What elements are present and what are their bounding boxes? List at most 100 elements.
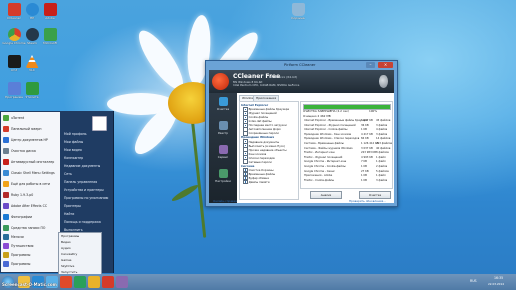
minimize-button[interactable]: – bbox=[366, 62, 375, 68]
result-row[interactable]: Internet Explorer - Cookie-файлы 1 KB 4 фа… bbox=[303, 128, 389, 132]
window-title: Piriform CCleaner bbox=[284, 63, 316, 67]
ccleaner-app: CCleaner Free v4.xx.xxxx (64-bit) MS Win… bbox=[209, 70, 394, 203]
app1-icon bbox=[7, 82, 21, 95]
start-item[interactable]: Панельный юзерн bbox=[3, 125, 41, 133]
start-place[interactable]: Мои видео bbox=[64, 148, 82, 152]
result-row[interactable]: Система - Файлы журнала Windows 3 037 KB 4… bbox=[303, 147, 390, 151]
start-item[interactable]: Очистка диска bbox=[3, 147, 36, 155]
acrobat-shortcut[interactable]: Adobe bbox=[38, 3, 62, 20]
result-row[interactable]: Приложения - Adobe 1 KB 1 файл bbox=[303, 174, 389, 178]
submenu-item[interactable]: Видео bbox=[61, 240, 71, 244]
steam-icon bbox=[25, 28, 39, 41]
result-files: 1 файл bbox=[376, 155, 386, 159]
submenu-item[interactable]: SkyDrive bbox=[61, 264, 74, 268]
sidebar-label: Очистка bbox=[216, 107, 230, 111]
checklist-item-label: Дампы памяти bbox=[248, 179, 270, 184]
sidebar-item-cleaner[interactable]: Очистка bbox=[212, 97, 234, 111]
start-place[interactable]: Устройства и принтеры bbox=[64, 188, 104, 192]
clock-date[interactable]: 22.03.2014 bbox=[488, 282, 504, 286]
language-indicator[interactable]: RUS bbox=[470, 279, 477, 283]
start-place[interactable]: Недавние документы bbox=[64, 164, 100, 168]
start-item[interactable]: Средства записи ПО bbox=[3, 224, 45, 232]
start-submenu: Программы Видео Аудио CanvasDry Games Sk… bbox=[58, 232, 102, 276]
ms-shortcut[interactable]: Microsoft bbox=[38, 28, 62, 45]
recorder-icon bbox=[3, 225, 9, 231]
result-files: 2 файла bbox=[376, 165, 388, 168]
result-row[interactable]: Internet Explorer - Временные файлы брау… bbox=[303, 119, 391, 123]
close-button[interactable]: × bbox=[378, 62, 393, 68]
sidebar-item-tools[interactable]: Сервис bbox=[212, 145, 234, 159]
result-files: 4 файла bbox=[376, 128, 388, 132]
start-place[interactable]: Панель управления bbox=[64, 180, 97, 184]
start-item[interactable]: Фотографии bbox=[3, 213, 32, 221]
taskbar-other-icon[interactable] bbox=[116, 276, 128, 288]
result-row[interactable]: Firefox - Интернет-кэш 223 983 KB 8 файлов bbox=[303, 151, 389, 155]
disk-cleanup-icon bbox=[3, 148, 9, 154]
start-item[interactable]: Программы bbox=[3, 251, 30, 259]
result-size: 36 KB bbox=[361, 123, 369, 127]
submenu-item[interactable]: Программы bbox=[61, 234, 79, 238]
result-name: Firefox - Журнал посещений bbox=[304, 155, 343, 159]
recycle-bin[interactable]: Корзина bbox=[286, 3, 310, 20]
start-item[interactable]: Ruby 1.9.3-p0 bbox=[3, 191, 33, 199]
start-item-label: Ещё для работы в сети bbox=[11, 182, 50, 186]
result-row[interactable]: Система - Временные файлы 1 126 412 KB 213… bbox=[303, 142, 392, 146]
app-icon bbox=[3, 234, 9, 240]
checklist-item[interactable]: Дампы памяти bbox=[243, 179, 270, 185]
vlc-shortcut[interactable]: VLC bbox=[20, 55, 44, 72]
result-size: 4 417 KB bbox=[361, 132, 373, 136]
analyze-button[interactable]: Анализ bbox=[310, 191, 342, 199]
start-item-label: Центр документов HP bbox=[11, 138, 48, 142]
start-place[interactable]: Программы по умолчанию bbox=[64, 196, 108, 200]
taskbar-store-icon[interactable] bbox=[74, 276, 86, 288]
shell-icon bbox=[3, 170, 9, 176]
start-item[interactable]: Ещё для работы в сети bbox=[3, 180, 50, 188]
result-row[interactable]: Google Chrome - Интернет-кэш 7 KB 1 файл bbox=[303, 160, 389, 164]
submenu-item[interactable]: CanvasDry bbox=[61, 252, 77, 256]
result-row[interactable]: Internet Explorer - Журнал посещений 36 K… bbox=[303, 124, 389, 128]
start-item[interactable]: Мелочи bbox=[3, 233, 24, 241]
result-row[interactable]: Firefox - Cookie-файлы 1 KB 3 файла bbox=[303, 179, 389, 183]
start-place[interactable]: Найти bbox=[64, 212, 74, 216]
start-item[interactable]: Антивирусный инсталлер bbox=[3, 158, 54, 166]
app2-shortcut[interactable]: Утилита bbox=[20, 82, 44, 99]
check-updates-link[interactable]: Проверить обновления... bbox=[349, 199, 386, 203]
window-titlebar[interactable]: Piriform CCleaner – × bbox=[206, 61, 397, 70]
sidebar-item-registry[interactable]: Реестр bbox=[212, 121, 234, 135]
result-files: 45 файлов bbox=[376, 119, 391, 122]
taskbar-media-icon[interactable] bbox=[60, 276, 72, 288]
checkbox[interactable] bbox=[243, 179, 248, 185]
start-item[interactable]: Программы bbox=[3, 260, 30, 268]
result-row[interactable]: Google Chrome - Сеанс 27 KB 5 файлов bbox=[303, 170, 389, 174]
hp-icon bbox=[3, 137, 9, 143]
online-help-link[interactable]: Онлайн-справка bbox=[213, 199, 237, 203]
run-cleaner-button[interactable]: Очистка bbox=[359, 191, 391, 199]
clock-time[interactable]: 16:35 bbox=[494, 276, 503, 280]
submenu-item[interactable]: Аудио bbox=[61, 246, 71, 250]
start-item-label: Ruby 1.9.3-p0 bbox=[11, 193, 34, 197]
start-item[interactable]: Путешествия bbox=[3, 242, 33, 250]
avatar[interactable] bbox=[92, 116, 107, 131]
start-place[interactable]: Помощь и поддержка bbox=[64, 220, 101, 224]
sidebar-item-options[interactable]: Настройки bbox=[212, 169, 234, 183]
start-menu-programs: uTorrent Панельный юзерн Центр документо… bbox=[1, 112, 60, 272]
start-place[interactable]: Мои файлы bbox=[64, 140, 83, 144]
start-item[interactable]: Adobe After Effects CC bbox=[3, 202, 47, 210]
start-item[interactable]: uTorrent bbox=[3, 114, 24, 122]
result-files: 3 файла bbox=[376, 178, 388, 182]
start-place[interactable]: Мой профиль bbox=[64, 132, 87, 136]
start-item[interactable]: Classic Shell Menu Settings bbox=[3, 169, 55, 177]
network-icon bbox=[3, 181, 9, 187]
start-item[interactable]: Центр документов HP bbox=[3, 136, 48, 144]
result-row[interactable]: Google Chrome - Cookie-файлы 1 KB 2 файла bbox=[303, 165, 389, 169]
result-row[interactable]: Firefox - Журнал посещений 4 993 KB 1 файл bbox=[303, 156, 389, 160]
start-place[interactable]: Сеть bbox=[64, 172, 72, 176]
taskbar-chrome-icon[interactable] bbox=[88, 276, 100, 288]
start-place[interactable]: Принтеры bbox=[64, 204, 81, 208]
start-place[interactable]: Компьютер bbox=[64, 156, 83, 160]
result-row[interactable]: Проводник Windows - Кэш эскизов 4 417 KB 3… bbox=[303, 133, 389, 137]
taskbar-ccleaner-icon[interactable] bbox=[102, 276, 114, 288]
submenu-item[interactable]: Games bbox=[61, 258, 72, 262]
result-row[interactable]: Проводник Windows - Списки переходов 84 K… bbox=[303, 137, 390, 141]
result-size: 1 KB bbox=[361, 128, 367, 132]
